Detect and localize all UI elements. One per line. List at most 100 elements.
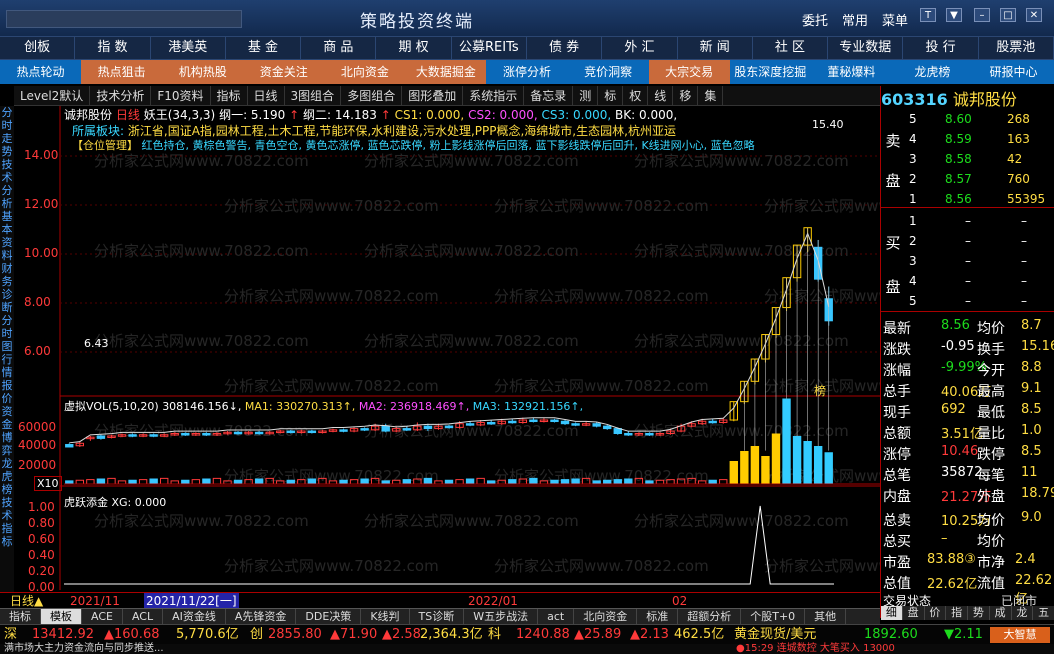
nav-tab[interactable]: 资金关注: [243, 60, 325, 84]
volume-bar: [465, 478, 475, 485]
main-menu-item[interactable]: 基 金: [226, 37, 302, 59]
indicator-tab[interactable]: 指标: [0, 609, 41, 624]
main-menu-item[interactable]: 外 汇: [602, 37, 678, 59]
nav-tab[interactable]: 研报中心: [973, 60, 1054, 84]
stat-label: 最新: [883, 321, 911, 337]
volume-bar: [96, 478, 106, 485]
quote-tab[interactable]: 势: [968, 606, 990, 620]
indicator-tab[interactable]: DDE决策: [296, 609, 362, 624]
toolbar-item[interactable]: 移: [673, 86, 699, 105]
toolbar-item[interactable]: 线: [648, 86, 674, 105]
toolbar-item[interactable]: 指标: [211, 86, 248, 105]
indicator-tab[interactable]: ACE: [82, 609, 123, 624]
indicator-tab[interactable]: TS诊断: [410, 609, 465, 624]
volume-bar: [750, 446, 760, 485]
quote-tab[interactable]: 龙: [1011, 606, 1034, 620]
menu-trade[interactable]: 委托: [802, 10, 828, 29]
ask-level: 4: [909, 132, 917, 146]
toolbar-item[interactable]: 权: [623, 86, 649, 105]
main-menu-item[interactable]: 新 闻: [678, 37, 753, 59]
lhb-tag[interactable]: 榜: [814, 382, 826, 399]
toolbar-item[interactable]: 图形叠加: [402, 86, 464, 105]
nav-tab[interactable]: 北向资金: [324, 60, 406, 84]
indicator-tab[interactable]: act: [538, 609, 575, 624]
nav-tab[interactable]: 热点狙击: [81, 60, 163, 84]
nav-tab[interactable]: 竞价洞察: [568, 60, 649, 84]
watermark-text: 分析家公式网www.70822.com: [634, 422, 849, 440]
quote-tab[interactable]: 五: [1033, 606, 1054, 620]
toolbar-item[interactable]: 标: [598, 86, 624, 105]
volume-bar: [529, 477, 538, 485]
toolbar-item[interactable]: 技术分析: [90, 86, 152, 105]
volume-bar: [708, 479, 717, 485]
indicator-tab[interactable]: ACL: [123, 609, 164, 624]
main-menu-item[interactable]: 期 权: [376, 37, 452, 59]
high-label: 15.40: [812, 118, 844, 131]
candle-body: [360, 428, 369, 431]
toolbar-item[interactable]: 集: [698, 86, 724, 105]
indicator-tab[interactable]: W五步战法: [464, 609, 539, 624]
nav-tab[interactable]: 股东深度挖掘: [730, 60, 811, 84]
indicator-tab[interactable]: AI资金线: [163, 609, 226, 624]
toolbar-item[interactable]: 系统指示: [463, 86, 525, 105]
main-menu-item[interactable]: 商 品: [301, 37, 377, 59]
indicator-tab[interactable]: 个股T+0: [741, 609, 806, 624]
vertical-tabs[interactable]: 分时走势 技术分析 基本资料 财务诊断 分时图 行情报价 资金博弈 龙虎榜 技术…: [0, 106, 14, 596]
indicator-tab[interactable]: 北向资金: [574, 609, 638, 624]
watermark-text: 分析家公式网www.70822.com: [634, 512, 849, 530]
menu-main[interactable]: 菜单: [882, 10, 908, 29]
maximize-icon[interactable]: □: [1000, 8, 1016, 22]
t-icon[interactable]: T: [920, 8, 936, 22]
quote-tab[interactable]: 指: [946, 606, 968, 620]
nav-tab[interactable]: 董秘爆料: [811, 60, 892, 84]
nav-tab[interactable]: 涨停分析: [486, 60, 567, 84]
watermark-text: 分析家公式网www.70822.com: [494, 287, 709, 305]
menu-common[interactable]: 常用: [842, 10, 868, 29]
command-input[interactable]: [6, 10, 242, 28]
main-menu-item[interactable]: 港美英: [151, 37, 226, 59]
minimize-icon[interactable]: –: [974, 8, 990, 22]
nav-tab[interactable]: 机构热股: [162, 60, 244, 84]
close-icon[interactable]: ✕: [1026, 8, 1042, 22]
indicator-tab[interactable]: 其他: [805, 609, 847, 624]
ask-volume: 42: [1007, 152, 1023, 166]
candle-body: [624, 433, 633, 436]
indicator-tab[interactable]: K线判: [361, 609, 410, 624]
candle-body: [286, 430, 295, 434]
main-menu-item[interactable]: 股票池: [979, 37, 1054, 59]
watermark-text: 分析家公式网www.70822.com: [224, 197, 439, 215]
nav-tab[interactable]: 大宗交易: [648, 60, 730, 84]
ind-tick: 0.60: [28, 532, 55, 546]
quote-tab[interactable]: 价: [924, 606, 947, 620]
main-menu-item[interactable]: 创板: [0, 37, 76, 59]
main-menu-item[interactable]: 专业数据: [828, 37, 904, 59]
toolbar-item[interactable]: 测: [573, 86, 599, 105]
toolbar-item[interactable]: 3图组合: [285, 86, 342, 105]
nav-tab[interactable]: 热点轮动: [0, 60, 81, 84]
indicator-tab[interactable]: 超额分析: [678, 609, 742, 624]
main-menu-item[interactable]: 社 区: [753, 37, 829, 59]
indicator-tab[interactable]: A先锋资金: [226, 609, 297, 624]
volume-bar: [160, 477, 169, 485]
toolbar-item[interactable]: Level2默认: [14, 86, 91, 105]
quote-header: 603316 诚邦股份: [881, 86, 1054, 109]
watermark-text: 分析家公式网www.70822.com: [94, 152, 309, 170]
quote-tab[interactable]: 盘: [902, 606, 925, 620]
nav-tab[interactable]: 龙虎榜: [892, 60, 973, 84]
toolbar-item[interactable]: 多图组合: [341, 86, 403, 105]
main-menu-item[interactable]: 投 行: [903, 37, 979, 59]
indicator-tab[interactable]: 标准: [637, 609, 679, 624]
quote-tab[interactable]: 成: [989, 606, 1012, 620]
dropdown-icon[interactable]: ▼: [946, 8, 962, 22]
quote-tab[interactable]: 细: [881, 606, 903, 620]
volume-bar: [740, 451, 749, 485]
toolbar-item[interactable]: 日线: [248, 86, 285, 105]
toolbar-item[interactable]: 备忘录: [524, 86, 574, 105]
indicator-tab[interactable]: 模板: [41, 609, 82, 624]
toolbar-item[interactable]: F10资料: [151, 86, 211, 105]
main-menu-item[interactable]: 债 券: [527, 37, 603, 59]
main-menu-item[interactable]: 指 数: [75, 37, 151, 59]
main-menu-item[interactable]: 公募REITs: [452, 37, 527, 59]
nav-tab[interactable]: 大数据掘金: [405, 60, 487, 84]
volume-bar: [455, 479, 464, 485]
